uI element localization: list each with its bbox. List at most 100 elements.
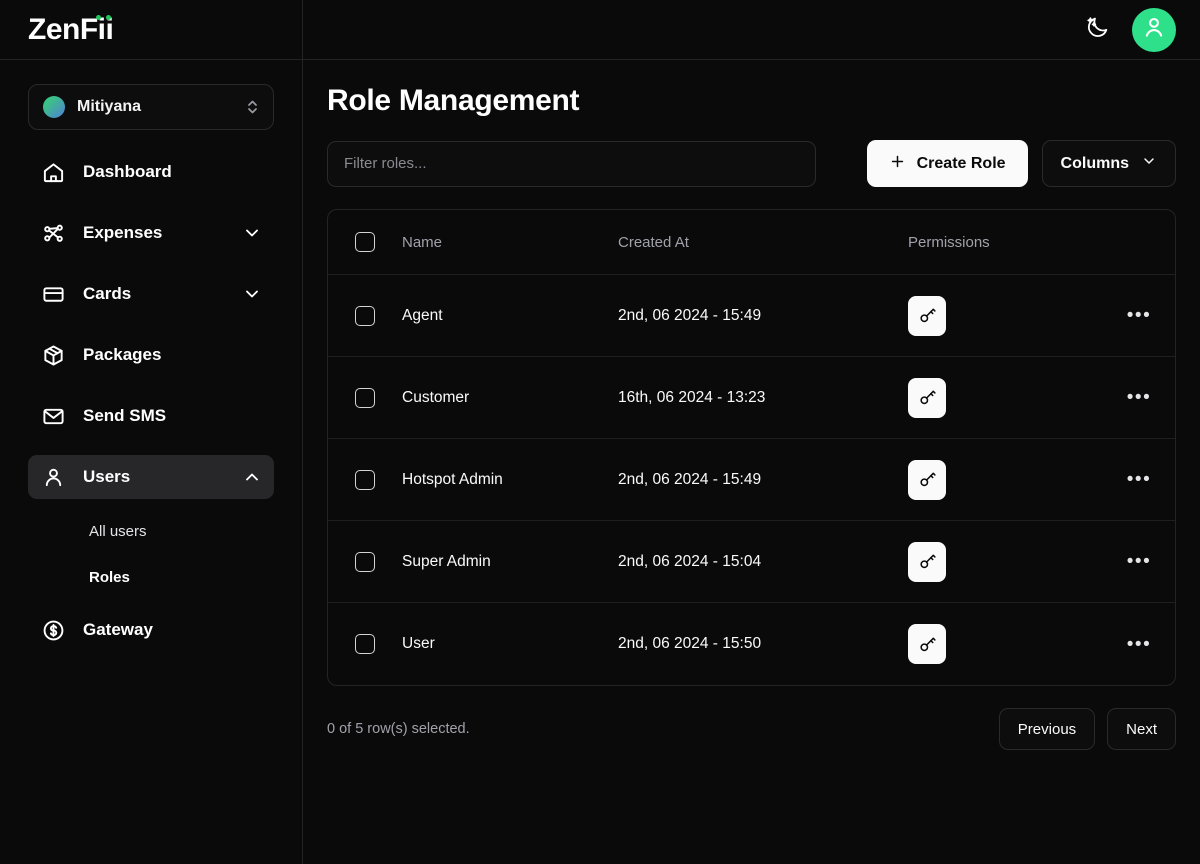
chevron-down-icon[interactable] (242, 223, 262, 243)
cell-name: Super Admin (402, 552, 491, 570)
row-menu-button[interactable]: ••• (1127, 388, 1151, 407)
sidebar-subitem-roles[interactable]: Roles (28, 562, 274, 592)
row-select-cell (328, 305, 402, 326)
column-header-permissions[interactable]: Permissions (908, 234, 1103, 251)
sidebar-item-users[interactable]: Users (28, 455, 274, 499)
moon-stars-icon (1085, 15, 1110, 45)
cell-permissions (908, 624, 1103, 664)
sidebar-item-label: Dashboard (83, 162, 172, 181)
plus-icon (889, 153, 906, 175)
avatar (1141, 14, 1167, 45)
chevron-up-icon[interactable] (242, 467, 262, 487)
dollar-circle-icon (40, 617, 66, 643)
chevron-down-icon (1141, 153, 1157, 174)
sidebar-subitem-all-users[interactable]: All users (28, 516, 274, 546)
key-icon[interactable] (908, 459, 946, 500)
sidebar-item-dashboard[interactable]: Dashboard (28, 150, 274, 194)
credit-card-icon (40, 281, 66, 307)
app-logo: ZenFii (28, 13, 114, 47)
sidebar: ZenFii Mitiyana Dashboard Expenses Cards… (0, 0, 303, 864)
sidebar-item-label: Gateway (83, 620, 153, 639)
row-actions-cell: ••• (1103, 635, 1175, 654)
org-switcher[interactable]: Mitiyana (28, 84, 274, 130)
cell-permissions (908, 541, 1103, 582)
cell-permissions (908, 459, 1103, 500)
org-avatar (43, 96, 65, 118)
key-icon[interactable] (908, 624, 946, 664)
row-select-cell (328, 387, 402, 408)
sidebar-item-label: Packages (83, 345, 162, 364)
previous-page-button[interactable]: Previous (998, 708, 1096, 750)
column-header-name[interactable]: Name (402, 234, 618, 251)
logo-dot-icon (106, 14, 112, 20)
row-menu-button[interactable]: ••• (1127, 306, 1151, 325)
sidebar-item-packages[interactable]: Packages (28, 333, 274, 377)
home-icon (40, 159, 66, 185)
org-name: Mitiyana (77, 98, 142, 115)
table-row[interactable]: Customer 16th, 06 2024 - 13:23 ••• (328, 357, 1175, 439)
row-checkbox[interactable] (355, 387, 375, 408)
page-content: Role Management Create Role Columns (303, 60, 1200, 864)
sidebar-subitem-label: Roles (89, 568, 130, 586)
sidebar-subitem-label: All users (89, 522, 147, 540)
row-actions-cell: ••• (1103, 388, 1175, 407)
column-header-created-at[interactable]: Created At (618, 234, 908, 251)
cell-created-at: 2nd, 06 2024 - 15:04 (618, 552, 762, 570)
cell-name: Hotspot Admin (402, 470, 503, 488)
table-row[interactable]: User 2nd, 06 2024 - 15:50 ••• (328, 603, 1175, 685)
cell-name: Customer (402, 388, 470, 406)
row-checkbox[interactable] (355, 634, 375, 654)
row-actions-cell: ••• (1103, 552, 1175, 571)
row-menu-button[interactable]: ••• (1127, 635, 1151, 654)
columns-label: Columns (1060, 154, 1129, 172)
chevron-up-down-icon (246, 98, 259, 116)
package-box-icon (40, 342, 66, 368)
share-network-icon (40, 220, 66, 246)
select-all-cell (328, 232, 402, 252)
cell-name: User (402, 635, 435, 652)
table-toolbar: Create Role Columns (327, 140, 1176, 187)
cell-created-at: 16th, 06 2024 - 13:23 (618, 388, 766, 406)
sidebar-item-gateway[interactable]: Gateway (28, 608, 274, 652)
row-menu-button[interactable]: ••• (1127, 552, 1151, 571)
sidebar-item-label: Cards (83, 284, 132, 303)
row-checkbox[interactable] (355, 469, 375, 490)
key-icon[interactable] (908, 377, 946, 418)
key-icon[interactable] (908, 295, 946, 336)
sidebar-nav: Dashboard Expenses Cards Packages Send S… (0, 150, 302, 669)
cell-permissions (908, 377, 1103, 418)
sidebar-item-expenses[interactable]: Expenses (28, 211, 274, 255)
sidebar-item-send-sms[interactable]: Send SMS (28, 394, 274, 438)
row-menu-button[interactable]: ••• (1127, 470, 1151, 489)
key-icon[interactable] (908, 541, 946, 582)
cell-name: Agent (402, 306, 443, 324)
columns-button[interactable]: Columns (1041, 140, 1176, 187)
theme-toggle-button[interactable] (1080, 13, 1114, 47)
row-checkbox[interactable] (355, 551, 375, 572)
row-select-cell (328, 551, 402, 572)
roles-table: Name Created At Permissions Agent 2nd, 0… (327, 209, 1176, 686)
table-row[interactable]: Hotspot Admin 2nd, 06 2024 - 15:49 ••• (328, 439, 1175, 521)
topbar (303, 0, 1200, 60)
row-actions-cell: ••• (1103, 470, 1175, 489)
sidebar-item-label: Expenses (83, 223, 163, 242)
next-page-button[interactable]: Next (1107, 708, 1176, 750)
chevron-down-icon[interactable] (242, 284, 262, 304)
create-role-button[interactable]: Create Role (866, 140, 1028, 187)
page-title: Role Management (327, 84, 580, 117)
select-all-checkbox[interactable] (355, 232, 375, 252)
user-avatar-button[interactable] (1132, 7, 1176, 52)
cell-created-at: 2nd, 06 2024 - 15:49 (618, 470, 762, 488)
filter-roles-input[interactable] (327, 140, 816, 187)
cell-permissions (908, 295, 1103, 336)
sidebar-item-label: Send SMS (83, 406, 167, 425)
table-header-row: Name Created At Permissions (328, 210, 1175, 275)
table-row[interactable]: Super Admin 2nd, 06 2024 - 15:04 ••• (328, 521, 1175, 603)
app-root: ZenFii Mitiyana Dashboard Expenses Cards… (0, 0, 1200, 864)
table-row[interactable]: Agent 2nd, 06 2024 - 15:49 ••• (328, 275, 1175, 357)
envelope-icon (40, 403, 66, 429)
logo-dot-icon (96, 14, 102, 20)
row-checkbox[interactable] (355, 305, 375, 326)
row-select-cell (328, 634, 402, 654)
sidebar-item-cards[interactable]: Cards (28, 272, 274, 316)
